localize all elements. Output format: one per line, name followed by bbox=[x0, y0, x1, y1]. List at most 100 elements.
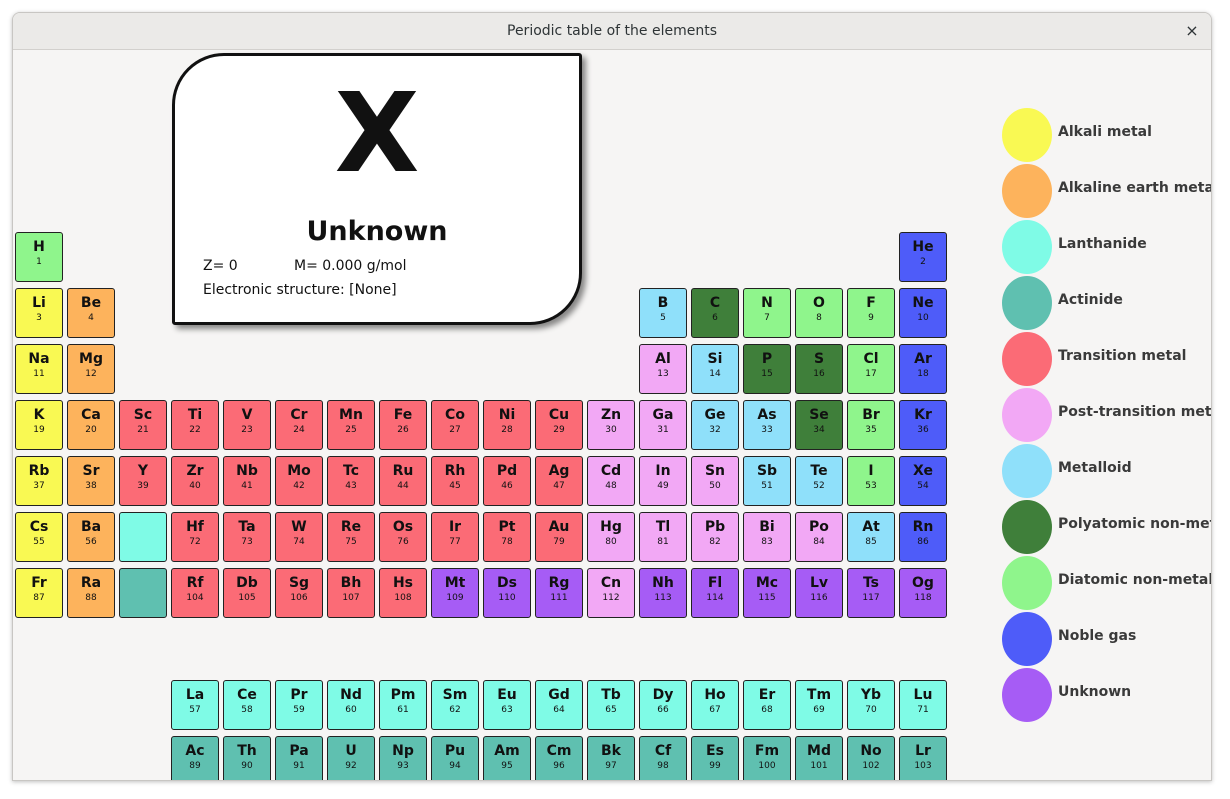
element-cell-ba[interactable]: Ba 56 bbox=[67, 512, 115, 562]
element-cell-sr[interactable]: Sr 38 bbox=[67, 456, 115, 506]
element-cell-mt[interactable]: Mt 109 bbox=[431, 568, 479, 618]
lanthanide-series-placeholder[interactable] bbox=[119, 512, 167, 562]
element-cell-np[interactable]: Np 93 bbox=[379, 736, 427, 780]
element-cell-hf[interactable]: Hf 72 bbox=[171, 512, 219, 562]
element-cell-re[interactable]: Re 75 bbox=[327, 512, 375, 562]
element-cell-th[interactable]: Th 90 bbox=[223, 736, 271, 780]
element-cell-db[interactable]: Db 105 bbox=[223, 568, 271, 618]
element-cell-u[interactable]: U 92 bbox=[327, 736, 375, 780]
element-cell-fm[interactable]: Fm 100 bbox=[743, 736, 791, 780]
element-cell-pb[interactable]: Pb 82 bbox=[691, 512, 739, 562]
close-icon[interactable]: × bbox=[1181, 20, 1203, 42]
element-cell-sn[interactable]: Sn 50 bbox=[691, 456, 739, 506]
element-cell-pt[interactable]: Pt 78 bbox=[483, 512, 531, 562]
element-cell-md[interactable]: Md 101 bbox=[795, 736, 843, 780]
element-cell-bh[interactable]: Bh 107 bbox=[327, 568, 375, 618]
element-cell-si[interactable]: Si 14 bbox=[691, 344, 739, 394]
element-cell-li[interactable]: Li 3 bbox=[15, 288, 63, 338]
element-cell-lr[interactable]: Lr 103 bbox=[899, 736, 947, 780]
element-cell-w[interactable]: W 74 bbox=[275, 512, 323, 562]
element-cell-ir[interactable]: Ir 77 bbox=[431, 512, 479, 562]
element-cell-mc[interactable]: Mc 115 bbox=[743, 568, 791, 618]
element-cell-ts[interactable]: Ts 117 bbox=[847, 568, 895, 618]
element-cell-nh[interactable]: Nh 113 bbox=[639, 568, 687, 618]
element-cell-y[interactable]: Y 39 bbox=[119, 456, 167, 506]
element-cell-ce[interactable]: Ce 58 bbox=[223, 680, 271, 730]
element-cell-sm[interactable]: Sm 62 bbox=[431, 680, 479, 730]
element-cell-tl[interactable]: Tl 81 bbox=[639, 512, 687, 562]
element-cell-v[interactable]: V 23 bbox=[223, 400, 271, 450]
element-cell-h[interactable]: H1 bbox=[15, 232, 63, 282]
element-cell-se[interactable]: Se 34 bbox=[795, 400, 843, 450]
element-cell-lu[interactable]: Lu 71 bbox=[899, 680, 947, 730]
element-cell-br[interactable]: Br 35 bbox=[847, 400, 895, 450]
element-cell-ni[interactable]: Ni 28 bbox=[483, 400, 531, 450]
element-cell-pu[interactable]: Pu 94 bbox=[431, 736, 479, 780]
element-cell-pa[interactable]: Pa 91 bbox=[275, 736, 323, 780]
element-cell-nd[interactable]: Nd 60 bbox=[327, 680, 375, 730]
element-cell-la[interactable]: La 57 bbox=[171, 680, 219, 730]
element-cell-pm[interactable]: Pm 61 bbox=[379, 680, 427, 730]
element-cell-in[interactable]: In 49 bbox=[639, 456, 687, 506]
element-cell-be[interactable]: Be 4 bbox=[67, 288, 115, 338]
element-cell-bk[interactable]: Bk 97 bbox=[587, 736, 635, 780]
element-cell-ga[interactable]: Ga 31 bbox=[639, 400, 687, 450]
element-cell-b[interactable]: B5 bbox=[639, 288, 687, 338]
element-cell-am[interactable]: Am 95 bbox=[483, 736, 531, 780]
element-cell-ge[interactable]: Ge 32 bbox=[691, 400, 739, 450]
element-cell-er[interactable]: Er 68 bbox=[743, 680, 791, 730]
element-cell-zr[interactable]: Zr 40 bbox=[171, 456, 219, 506]
element-cell-ra[interactable]: Ra 88 bbox=[67, 568, 115, 618]
element-cell-cm[interactable]: Cm 96 bbox=[535, 736, 583, 780]
element-cell-zn[interactable]: Zn 30 bbox=[587, 400, 635, 450]
element-cell-ag[interactable]: Ag 47 bbox=[535, 456, 583, 506]
element-cell-cr[interactable]: Cr 24 bbox=[275, 400, 323, 450]
element-cell-c[interactable]: C6 bbox=[691, 288, 739, 338]
element-cell-po[interactable]: Po 84 bbox=[795, 512, 843, 562]
element-cell-o[interactable]: O8 bbox=[795, 288, 843, 338]
element-cell-cs[interactable]: Cs 55 bbox=[15, 512, 63, 562]
element-cell-te[interactable]: Te 52 bbox=[795, 456, 843, 506]
element-cell-nb[interactable]: Nb 41 bbox=[223, 456, 271, 506]
element-cell-cu[interactable]: Cu 29 bbox=[535, 400, 583, 450]
element-cell-al[interactable]: Al 13 bbox=[639, 344, 687, 394]
element-cell-rg[interactable]: Rg 111 bbox=[535, 568, 583, 618]
element-cell-rb[interactable]: Rb 37 bbox=[15, 456, 63, 506]
element-cell-ac[interactable]: Ac 89 bbox=[171, 736, 219, 780]
element-cell-bi[interactable]: Bi 83 bbox=[743, 512, 791, 562]
element-cell-ti[interactable]: Ti 22 bbox=[171, 400, 219, 450]
element-cell-as[interactable]: As 33 bbox=[743, 400, 791, 450]
element-cell-hg[interactable]: Hg 80 bbox=[587, 512, 635, 562]
element-cell-rf[interactable]: Rf 104 bbox=[171, 568, 219, 618]
element-cell-ta[interactable]: Ta 73 bbox=[223, 512, 271, 562]
element-cell-hs[interactable]: Hs 108 bbox=[379, 568, 427, 618]
element-cell-ho[interactable]: Ho 67 bbox=[691, 680, 739, 730]
actinide-series-placeholder[interactable] bbox=[119, 568, 167, 618]
element-cell-mn[interactable]: Mn 25 bbox=[327, 400, 375, 450]
element-cell-n[interactable]: N7 bbox=[743, 288, 791, 338]
element-cell-ne[interactable]: Ne 10 bbox=[899, 288, 947, 338]
element-cell-og[interactable]: Og 118 bbox=[899, 568, 947, 618]
element-cell-tb[interactable]: Tb 65 bbox=[587, 680, 635, 730]
element-cell-yb[interactable]: Yb 70 bbox=[847, 680, 895, 730]
element-cell-s[interactable]: S 16 bbox=[795, 344, 843, 394]
element-cell-tc[interactable]: Tc 43 bbox=[327, 456, 375, 506]
element-cell-no[interactable]: No 102 bbox=[847, 736, 895, 780]
element-cell-mo[interactable]: Mo 42 bbox=[275, 456, 323, 506]
element-cell-na[interactable]: Na 11 bbox=[15, 344, 63, 394]
element-cell-rh[interactable]: Rh 45 bbox=[431, 456, 479, 506]
element-cell-eu[interactable]: Eu 63 bbox=[483, 680, 531, 730]
element-cell-f[interactable]: F9 bbox=[847, 288, 895, 338]
element-cell-kr[interactable]: Kr 36 bbox=[899, 400, 947, 450]
element-cell-xe[interactable]: Xe 54 bbox=[899, 456, 947, 506]
element-cell-fl[interactable]: Fl 114 bbox=[691, 568, 739, 618]
element-cell-fr[interactable]: Fr 87 bbox=[15, 568, 63, 618]
element-cell-ca[interactable]: Ca 20 bbox=[67, 400, 115, 450]
element-cell-ru[interactable]: Ru 44 bbox=[379, 456, 427, 506]
element-cell-k[interactable]: K 19 bbox=[15, 400, 63, 450]
element-cell-sc[interactable]: Sc 21 bbox=[119, 400, 167, 450]
element-cell-es[interactable]: Es 99 bbox=[691, 736, 739, 780]
element-cell-cl[interactable]: Cl 17 bbox=[847, 344, 895, 394]
element-cell-rn[interactable]: Rn 86 bbox=[899, 512, 947, 562]
element-cell-os[interactable]: Os 76 bbox=[379, 512, 427, 562]
